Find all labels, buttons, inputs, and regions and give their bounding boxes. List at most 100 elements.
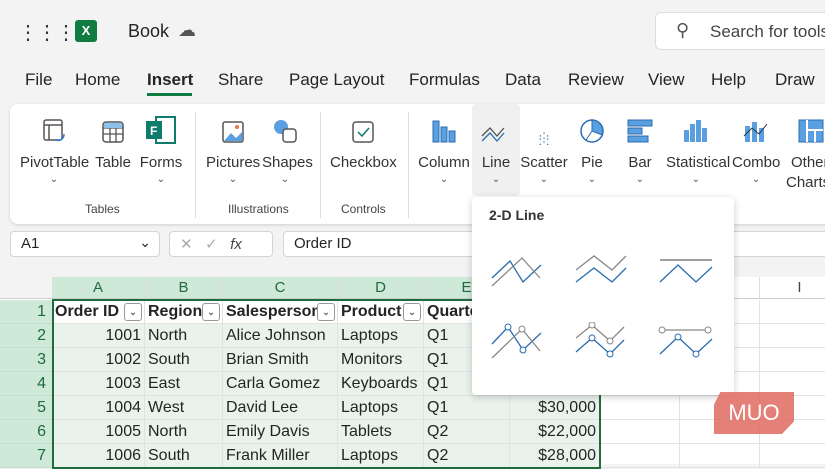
table-cell[interactable]: $28,000	[510, 444, 600, 468]
column-header-a[interactable]: A	[52, 277, 145, 299]
empty-cell[interactable]	[600, 444, 680, 468]
table-cell[interactable]: Frank Miller	[223, 444, 338, 468]
table-cell[interactable]: David Lee	[223, 396, 338, 420]
search-box[interactable]: ⚲ Search for tools	[655, 12, 825, 50]
row-header[interactable]: 5	[0, 396, 52, 420]
empty-cell[interactable]	[760, 348, 825, 372]
table-cell[interactable]: North	[145, 420, 223, 444]
column-header-i[interactable]: I	[760, 277, 825, 299]
column-chart-button[interactable]: Column ⌄	[417, 104, 471, 185]
bar-chart-button[interactable]: Bar ⌄	[620, 104, 660, 185]
filter-button[interactable]: ⌄	[124, 303, 142, 321]
header-cell[interactable]: Salesperson ⌄	[223, 300, 338, 324]
table-cell[interactable]: 1005	[52, 420, 145, 444]
tab-share[interactable]: Share	[218, 70, 263, 90]
table-cell[interactable]: Q1	[424, 396, 510, 420]
table-cell[interactable]: Monitors	[338, 348, 424, 372]
tab-home[interactable]: Home	[75, 70, 120, 90]
tab-file[interactable]: File	[25, 70, 52, 90]
formula-actions: ✕ ✓ fx	[169, 231, 273, 257]
combo-chart-button[interactable]: Combo ⌄	[732, 104, 780, 185]
table-cell[interactable]: Q2	[424, 420, 510, 444]
stacked-line-markers-option[interactable]	[572, 321, 642, 372]
tab-data[interactable]: Data	[505, 70, 541, 90]
table-cell[interactable]: South	[145, 348, 223, 372]
column-header-d[interactable]: D	[338, 277, 424, 299]
row-header[interactable]: 1	[0, 300, 52, 324]
table-cell[interactable]: Laptops	[338, 396, 424, 420]
table-cell[interactable]: Laptops	[338, 444, 424, 468]
label: Shapes	[262, 154, 313, 171]
table-cell[interactable]: West	[145, 396, 223, 420]
empty-cell[interactable]	[600, 420, 680, 444]
empty-cell[interactable]	[760, 300, 825, 324]
table-cell[interactable]: 1002	[52, 348, 145, 372]
select-all-corner[interactable]	[0, 277, 52, 299]
table-cell[interactable]: Brian Smith	[223, 348, 338, 372]
table-cell[interactable]: 1001	[52, 324, 145, 348]
filter-button[interactable]: ⌄	[317, 303, 335, 321]
filter-button[interactable]: ⌄	[202, 303, 220, 321]
table-cell[interactable]: $22,000	[510, 420, 600, 444]
shapes-button[interactable]: Shapes ⌄	[262, 104, 313, 185]
pie-chart-button[interactable]: Pie ⌄	[572, 104, 612, 185]
forms-button[interactable]: F Forms ⌄	[138, 104, 184, 185]
cancel-icon[interactable]: ✕	[180, 236, 193, 253]
insert-function-icon[interactable]: fx	[230, 236, 242, 253]
tab-formulas[interactable]: Formulas	[409, 70, 480, 90]
table-cell[interactable]: $30,000	[510, 396, 600, 420]
header-cell[interactable]: Order ID ⌄	[52, 300, 145, 324]
tab-review[interactable]: Review	[568, 70, 624, 90]
table-button[interactable]: Table	[94, 104, 132, 172]
tab-page-layout[interactable]: Page Layout	[289, 70, 384, 90]
tab-view[interactable]: View	[648, 70, 685, 90]
header-cell[interactable]: Region ⌄	[145, 300, 223, 324]
table-cell[interactable]: Emily Davis	[223, 420, 338, 444]
row-header[interactable]: 7	[0, 444, 52, 468]
checkbox-button[interactable]: Checkbox	[330, 104, 397, 172]
table-cell[interactable]: North	[145, 324, 223, 348]
label: Line	[481, 154, 511, 171]
tab-draw[interactable]: Draw	[775, 70, 815, 90]
scatter-chart-button[interactable]: ·:·:·: Scatter ⌄	[520, 104, 568, 185]
100-stacked-line-option[interactable]	[656, 250, 726, 300]
row-header[interactable]: 4	[0, 372, 52, 396]
table-cell[interactable]: Keyboards	[338, 372, 424, 396]
other-charts-button[interactable]: Other Charts	[786, 104, 825, 192]
enter-icon[interactable]: ✓	[205, 236, 218, 253]
table-cell[interactable]: Alice Johnson	[223, 324, 338, 348]
line-with-markers-option[interactable]	[488, 322, 558, 372]
stacked-line-option[interactable]	[572, 250, 642, 300]
row-header[interactable]: 2	[0, 324, 52, 348]
line-option[interactable]	[488, 250, 558, 300]
row-header[interactable]: 6	[0, 420, 52, 444]
table-cell[interactable]: South	[145, 444, 223, 468]
empty-cell[interactable]	[760, 324, 825, 348]
table-cell[interactable]: Laptops	[338, 324, 424, 348]
document-title[interactable]: Book	[128, 21, 169, 42]
table-cell[interactable]: East	[145, 372, 223, 396]
table-cell[interactable]: Q2	[424, 444, 510, 468]
statistical-chart-button[interactable]: Statistical ⌄	[666, 104, 730, 185]
row-header[interactable]: 3	[0, 348, 52, 372]
empty-cell[interactable]	[760, 444, 825, 468]
header-cell[interactable]: Product ⌄	[338, 300, 424, 324]
column-header-b[interactable]: B	[145, 277, 223, 299]
line-chart-button[interactable]: Line ⌄	[472, 104, 520, 196]
table-cell[interactable]: 1006	[52, 444, 145, 468]
table-cell[interactable]: Tablets	[338, 420, 424, 444]
name-box[interactable]: A1 ⌄	[10, 231, 160, 257]
table-cell[interactable]: 1004	[52, 396, 145, 420]
app-launcher-icon[interactable]: ⋮⋮⋮	[18, 20, 76, 45]
filter-button[interactable]: ⌄	[403, 303, 421, 321]
pivottable-button[interactable]: PivotTable ⌄	[20, 104, 89, 185]
empty-cell[interactable]	[680, 444, 760, 468]
100-stacked-line-markers-option[interactable]	[656, 322, 726, 372]
empty-cell[interactable]	[600, 396, 680, 420]
tab-help[interactable]: Help	[711, 70, 746, 90]
table-cell[interactable]: 1003	[52, 372, 145, 396]
table-cell[interactable]: Carla Gomez	[223, 372, 338, 396]
pictures-button[interactable]: Pictures ⌄	[206, 104, 260, 185]
column-header-c[interactable]: C	[223, 277, 338, 299]
tab-insert[interactable]: Insert	[147, 70, 193, 90]
